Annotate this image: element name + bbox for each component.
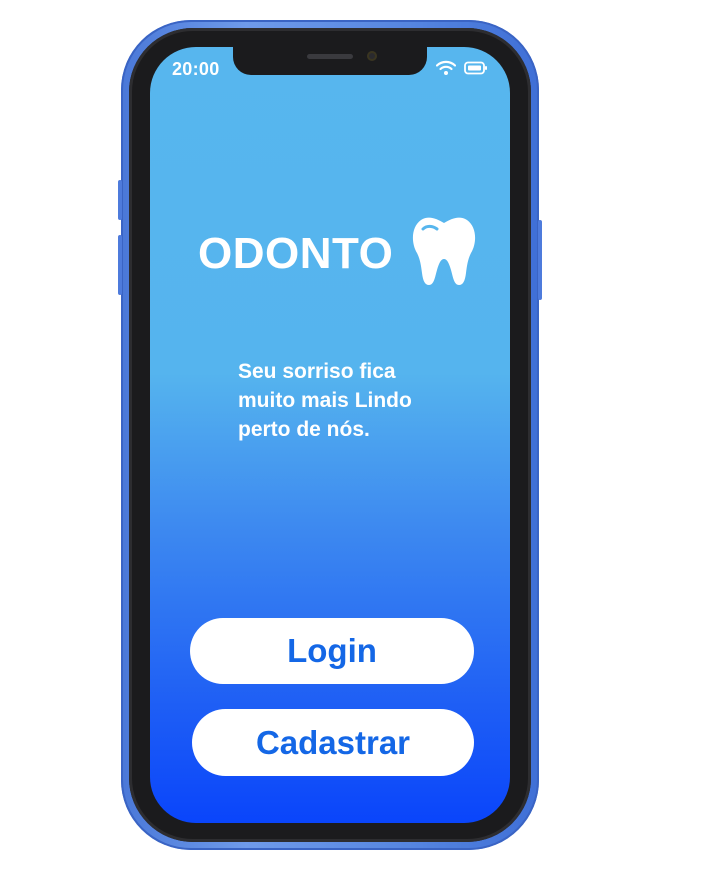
phone-side-button <box>118 180 122 220</box>
speaker-grille <box>307 54 353 59</box>
login-button[interactable]: Login <box>190 618 474 684</box>
tooth-icon <box>409 215 479 292</box>
battery-icon <box>464 61 488 80</box>
app-title: ODONTO <box>198 228 394 278</box>
status-time: 20:00 <box>172 59 220 79</box>
notch <box>233 47 427 75</box>
app-screen: 20:00 ODONTO Seu sorriso fica muito mais… <box>150 47 510 823</box>
tagline-line-1: Seu sorriso fica <box>238 360 396 383</box>
phone-volume-button <box>118 235 122 295</box>
wifi-icon <box>435 60 457 81</box>
status-icons <box>435 60 488 81</box>
phone-power-button <box>538 220 542 300</box>
front-camera <box>367 51 377 61</box>
tagline-line-2: muito mais Lindo <box>238 389 412 412</box>
signup-button[interactable]: Cadastrar <box>192 709 474 776</box>
tagline-line-3: perto de nós. <box>238 418 370 441</box>
tagline: Seu sorriso fica muito mais Lindo perto … <box>238 357 458 444</box>
canvas: 20:00 ODONTO Seu sorriso fica muito mais… <box>0 0 701 871</box>
brand-header: ODONTO <box>198 215 479 292</box>
